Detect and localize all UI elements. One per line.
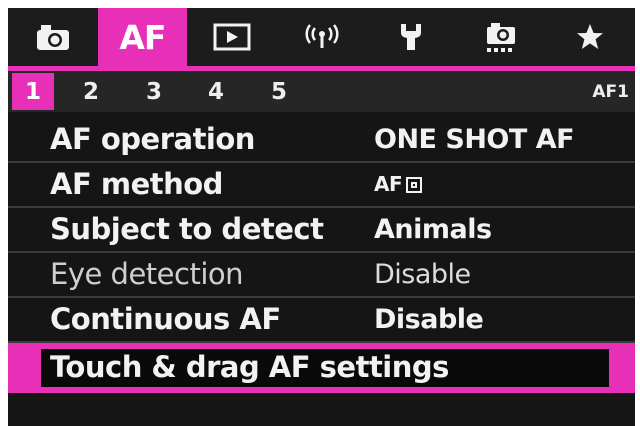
af-method-text: AF xyxy=(374,172,403,196)
wireless-icon xyxy=(305,24,338,48)
menu-item-label: Subject to detect xyxy=(50,212,324,246)
menu-item-label: AF method xyxy=(50,167,223,201)
menu-page-bar: 1 2 3 4 5 AF1 xyxy=(8,66,635,112)
custom-camera-icon xyxy=(486,23,515,52)
spot-af-icon xyxy=(406,176,423,193)
menu-item-label: Touch & drag AF settings xyxy=(50,350,449,384)
page-1-tab[interactable]: 1 xyxy=(12,73,54,110)
camera-menu-screen: AF 1 2 3 4 5 AF1 AF operation ONE SHOT A… xyxy=(8,8,635,426)
custom-functions-tab[interactable] xyxy=(456,8,546,66)
wireless-tab[interactable] xyxy=(277,8,367,66)
menu-item-label: AF operation xyxy=(50,122,255,156)
page-3-tab[interactable]: 3 xyxy=(133,73,175,110)
star-icon xyxy=(577,24,604,49)
wrench-icon xyxy=(401,24,422,50)
playback-tab[interactable] xyxy=(187,8,277,66)
page-4-tab[interactable]: 4 xyxy=(195,73,237,110)
page-5-tab[interactable]: 5 xyxy=(258,73,300,110)
camera-tab[interactable] xyxy=(8,8,98,66)
menu-item-value: Animals xyxy=(374,214,492,245)
af-tab-label: AF xyxy=(119,17,166,57)
setup-tab[interactable] xyxy=(366,8,456,66)
menu-item-label: Eye detection xyxy=(50,257,244,291)
af-tab[interactable]: AF xyxy=(97,8,188,66)
my-menu-tab[interactable] xyxy=(545,8,635,66)
menu-item-touch-drag-af-settings[interactable]: Touch & drag AF settings xyxy=(8,343,635,393)
menu-item-subject-to-detect[interactable]: Subject to detect Animals xyxy=(8,208,635,253)
menu-item-value: AF xyxy=(374,163,423,206)
page-identifier: AF1 xyxy=(592,81,629,102)
page-2-tab[interactable]: 2 xyxy=(70,73,112,110)
menu-item-value: Disable xyxy=(374,259,471,290)
menu-item-af-operation[interactable]: AF operation ONE SHOT AF xyxy=(8,118,635,163)
menu-item-af-method[interactable]: AF method AF xyxy=(8,163,635,208)
menu-item-continuous-af[interactable]: Continuous AF Disable xyxy=(8,298,635,343)
menu-item-label: Continuous AF xyxy=(50,302,281,336)
menu-item-value: ONE SHOT AF xyxy=(374,124,575,155)
camera-icon xyxy=(36,25,69,50)
menu-tab-bar: AF xyxy=(8,8,635,66)
menu-item-value: Disable xyxy=(374,304,484,335)
menu-item-eye-detection[interactable]: Eye detection Disable xyxy=(8,253,635,298)
playback-icon xyxy=(213,23,251,51)
